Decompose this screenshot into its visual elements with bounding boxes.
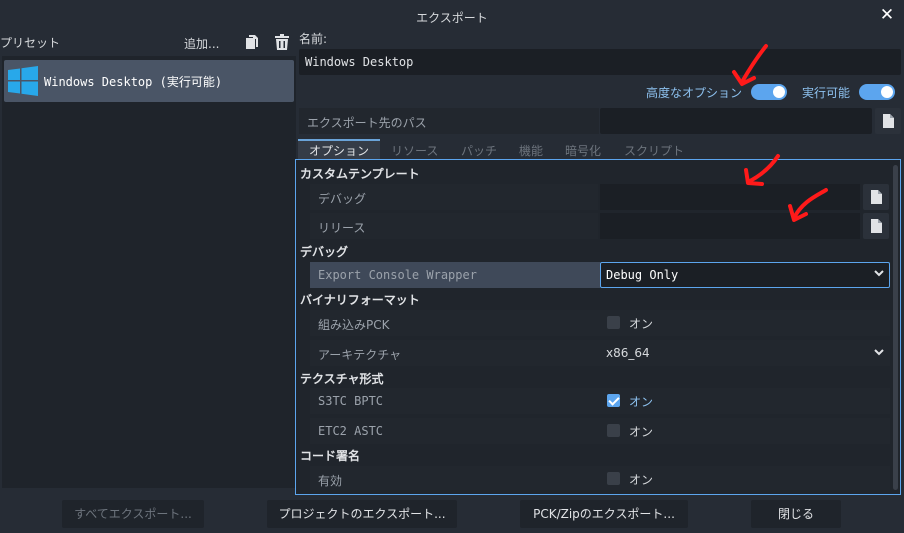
- section-debug: デバッグ: [300, 245, 349, 259]
- embed-pck-checkbox[interactable]: [607, 316, 620, 329]
- custom-template-release-browse-button[interactable]: [863, 213, 889, 239]
- dialog-title: エクスポート: [416, 11, 488, 25]
- close-icon[interactable]: ✕: [878, 6, 896, 24]
- trash-icon[interactable]: [275, 34, 289, 50]
- custom-template-debug-browse-button[interactable]: [863, 184, 889, 210]
- arch-label: アーキテクチャ: [318, 348, 402, 362]
- s3tc-label: S3TC BPTC: [318, 394, 384, 408]
- chevron-down-icon: [873, 346, 885, 361]
- options-tabbar: オプション リソース パッチ 機能 暗号化 スクリプト: [298, 139, 902, 159]
- file-icon: [871, 219, 882, 233]
- export-path-label: エクスポート先のパス: [307, 116, 427, 130]
- chevron-down-icon: [873, 267, 885, 282]
- tab-scripts[interactable]: スクリプト: [624, 139, 684, 159]
- section-custom-template: カスタムテンプレート: [300, 167, 420, 181]
- name-label: 名前:: [299, 32, 328, 46]
- duplicate-icon[interactable]: [245, 34, 259, 50]
- custom-template-release-label: リリース: [318, 221, 366, 235]
- console-wrapper-value: Debug Only: [606, 268, 679, 282]
- red-arrow-annotation: [786, 186, 830, 226]
- s3tc-checkbox[interactable]: [607, 394, 620, 407]
- name-value: Windows Desktop: [305, 55, 414, 69]
- codesign-enabled-label: 有効: [318, 474, 343, 488]
- toggle-knob: [881, 86, 893, 98]
- tab-encryption[interactable]: 暗号化: [565, 139, 601, 159]
- preset-list: [2, 56, 296, 488]
- export-path-field[interactable]: [600, 108, 872, 134]
- embed-pck-state: オン: [629, 317, 654, 331]
- tab-resources[interactable]: リソース: [391, 139, 438, 159]
- section-texture-format: テクスチャ形式: [300, 372, 384, 386]
- add-preset-button[interactable]: 追加...: [184, 35, 219, 52]
- export-all-button[interactable]: すべてエクスポート...: [62, 500, 204, 528]
- export-project-button[interactable]: プロジェクトのエクスポート...: [267, 500, 457, 528]
- windows-logo-icon: [8, 66, 38, 96]
- codesign-enabled-row: [310, 466, 890, 490]
- tab-features[interactable]: 機能: [519, 139, 543, 159]
- s3tc-state: オン: [629, 395, 654, 409]
- section-codesign: コード署名: [300, 449, 361, 463]
- runnable-label: 実行可能: [802, 86, 851, 100]
- close-button[interactable]: 閉じる: [751, 500, 841, 528]
- s3tc-row: [310, 388, 890, 414]
- presets-header: プリセット: [0, 36, 61, 50]
- embed-pck-row: [310, 310, 890, 336]
- file-icon: [871, 190, 882, 204]
- export-path-browse-button[interactable]: [875, 108, 901, 134]
- codesign-enabled-state: オン: [629, 473, 654, 487]
- export-pck-button[interactable]: PCK/Zipのエクスポート...: [520, 500, 688, 528]
- options-scrollbar[interactable]: [893, 165, 898, 490]
- runnable-toggle[interactable]: [859, 84, 895, 100]
- arch-value[interactable]: x86_64: [606, 346, 650, 360]
- codesign-enabled-checkbox[interactable]: [607, 472, 620, 485]
- embed-pck-label: 組み込みPCK: [318, 318, 390, 332]
- console-wrapper-label: Export Console Wrapper: [318, 268, 477, 282]
- preset-item-label: Windows Desktop (実行可能): [44, 75, 223, 89]
- custom-template-debug-label: デバッグ: [318, 192, 367, 206]
- etc2-checkbox[interactable]: [607, 424, 620, 437]
- section-binary-format: バイナリフォーマット: [300, 293, 420, 307]
- etc2-row: [310, 418, 890, 444]
- etc2-label: ETC2 ASTC: [318, 424, 384, 438]
- advanced-options-label: 高度なオプション: [646, 86, 743, 100]
- file-icon: [883, 114, 894, 128]
- tab-options[interactable]: オプション: [298, 139, 380, 159]
- red-arrow-annotation: [730, 42, 772, 88]
- red-arrow-annotation: [740, 152, 784, 188]
- toggle-knob: [773, 86, 785, 98]
- tab-patches[interactable]: パッチ: [461, 139, 497, 159]
- etc2-state: オン: [629, 425, 654, 439]
